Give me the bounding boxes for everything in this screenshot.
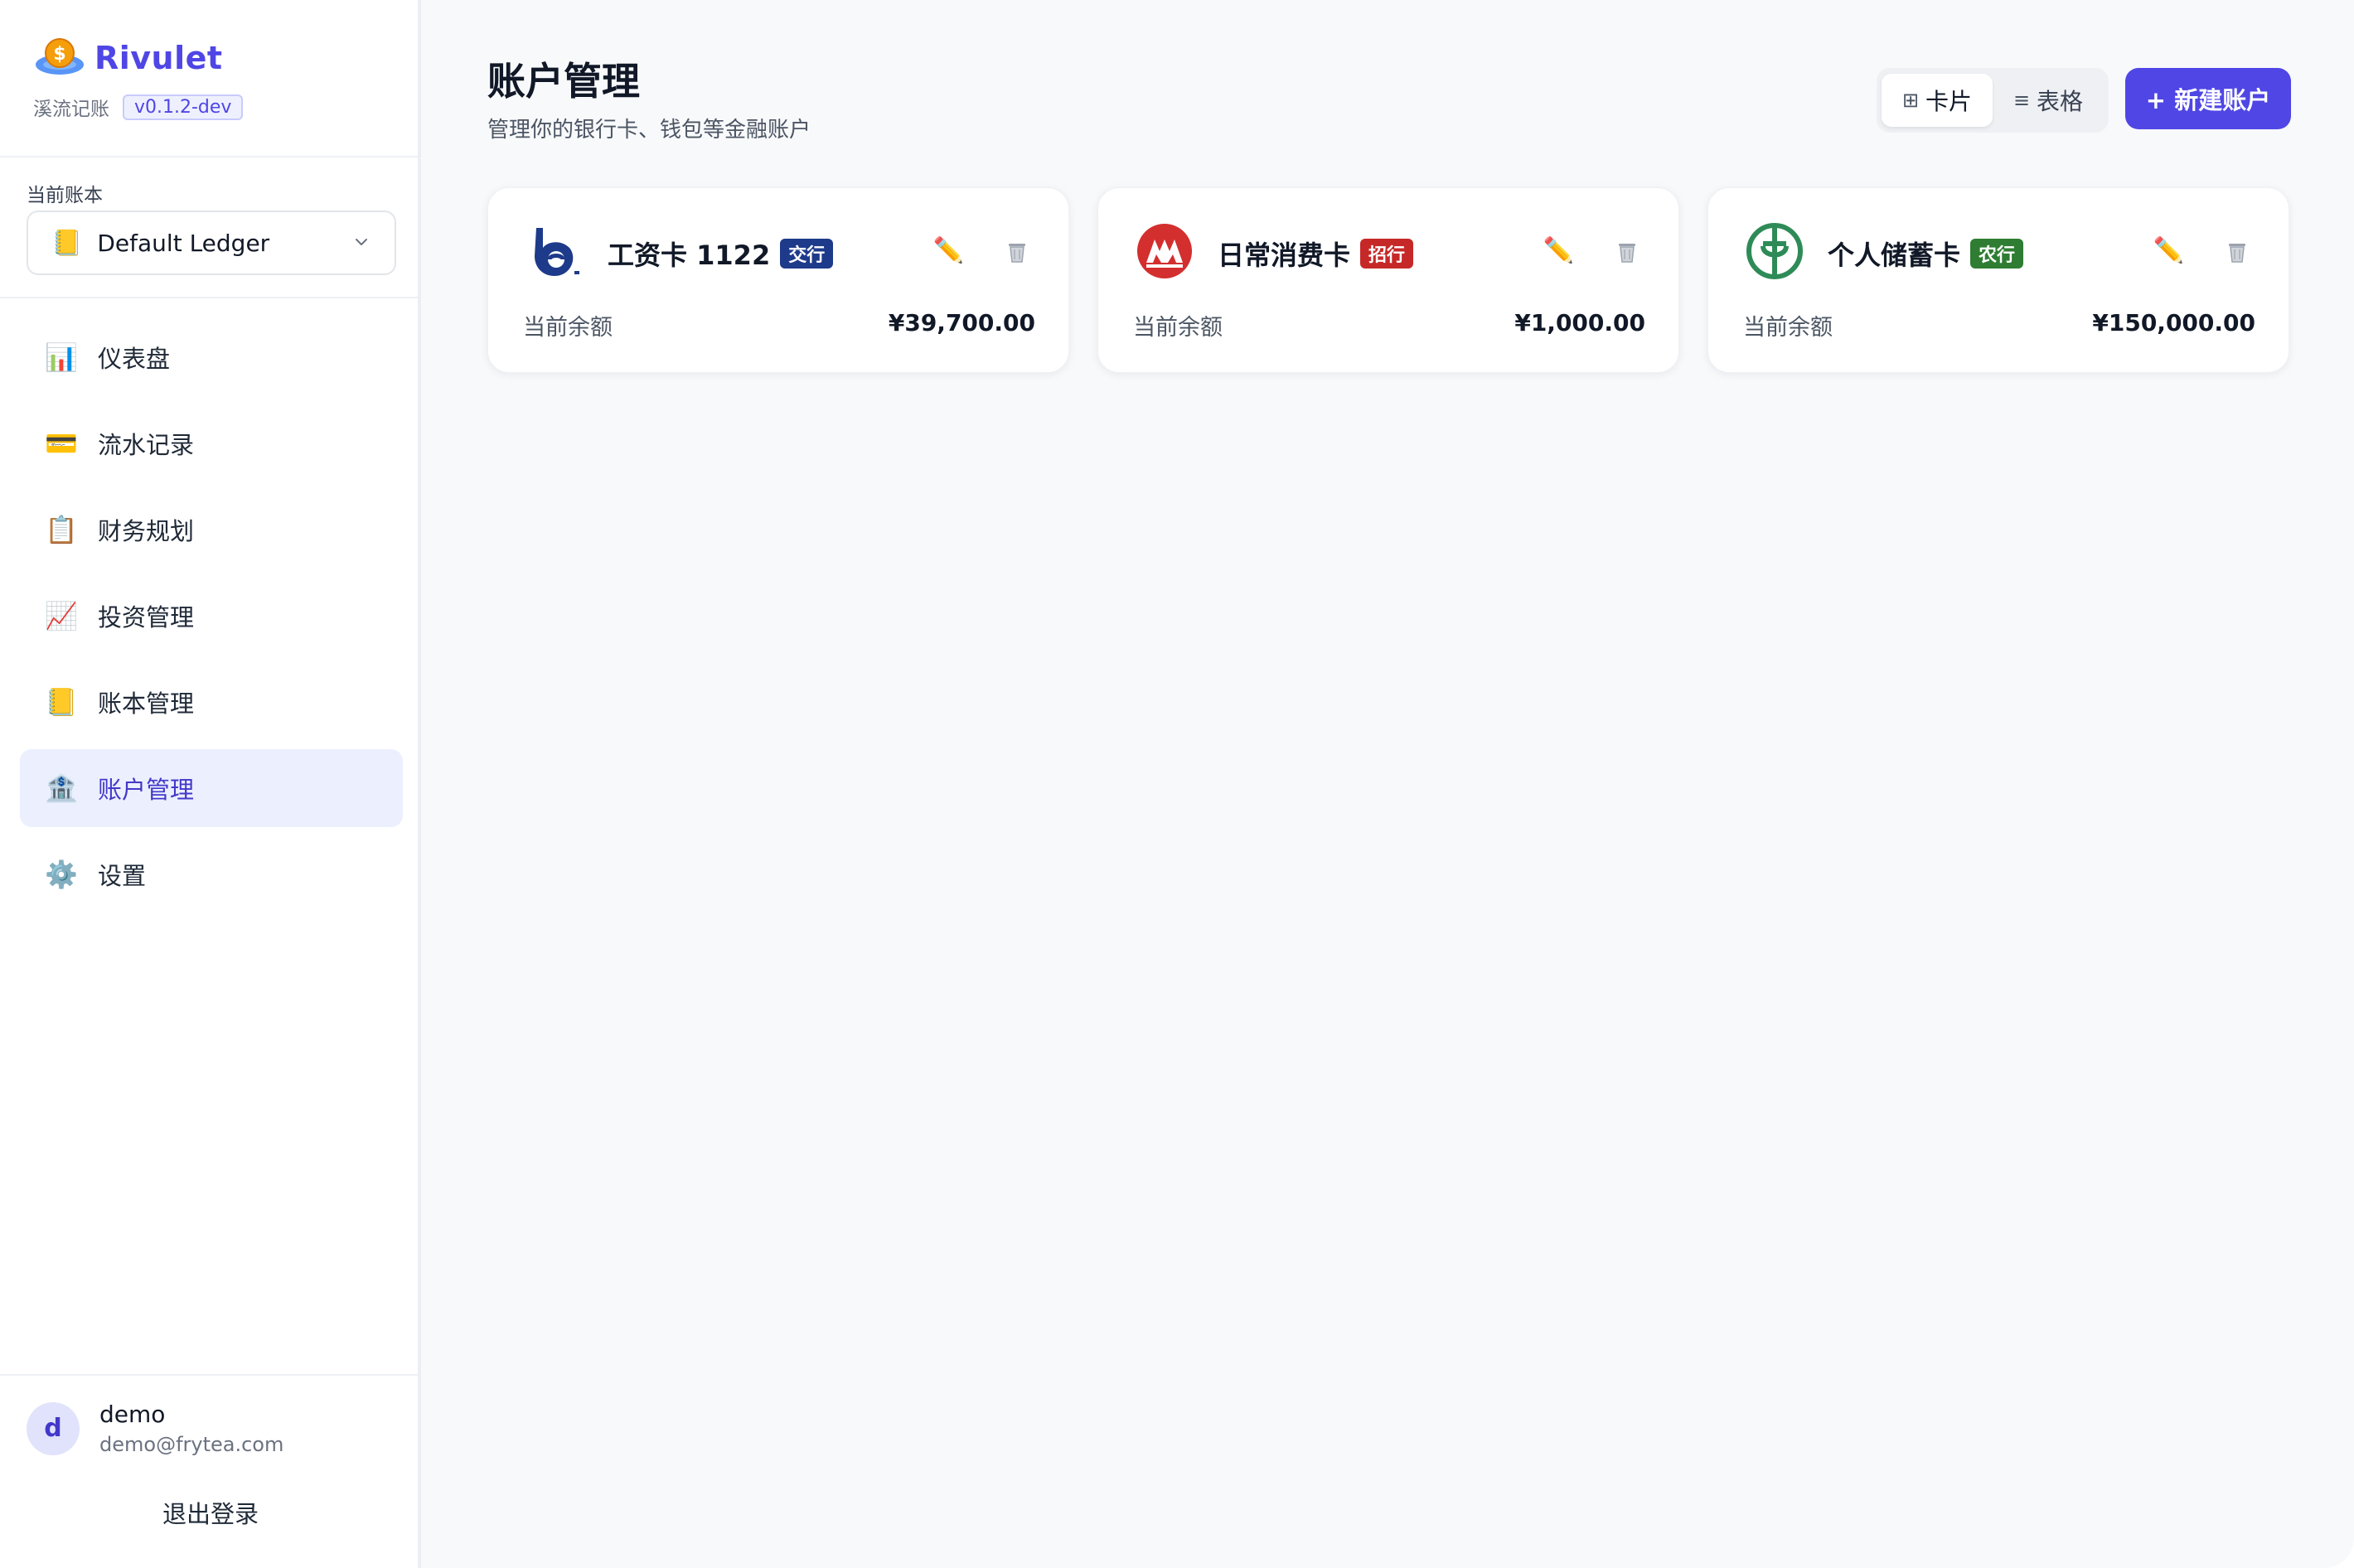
balance-value: ¥1,000.00	[1514, 309, 1645, 336]
sidebar-item-label: 仪表盘	[98, 345, 171, 373]
account-cards: 工资卡 1122 交行 ✏️ 当前余额 ¥39,700.00 日常消费卡 招行 …	[487, 187, 2289, 373]
brand-name: Rivulet	[94, 40, 223, 76]
trash-icon[interactable]	[1612, 236, 1642, 266]
account-card[interactable]: 日常消费卡 招行 ✏️ 当前余额 ¥1,000.00	[1097, 187, 1679, 373]
page-subtitle: 管理你的银行卡、钱包等金融账户	[487, 118, 811, 143]
sidebar-item-dashboard[interactable]: 📊 仪表盘	[20, 318, 403, 396]
edit-icon[interactable]: ✏️	[1543, 236, 1574, 265]
sidebar-item-label: 账户管理	[98, 776, 195, 804]
avatar: d	[27, 1401, 80, 1455]
trend-up-icon: 📈	[45, 600, 78, 632]
divider	[0, 156, 418, 157]
account-name: 个人储蓄卡	[1828, 240, 1961, 271]
edit-icon[interactable]: ✏️	[2153, 236, 2184, 265]
bank-icon: 🏦	[45, 772, 78, 804]
user-name: demo	[99, 1401, 166, 1428]
page-title: 账户管理	[487, 59, 640, 104]
balance-label: 当前余额	[1743, 315, 1833, 341]
brand: $ Rivulet 溪流记账 v0.1.2-dev	[33, 33, 244, 121]
divider	[0, 1374, 418, 1376]
gear-icon: ⚙️	[45, 859, 78, 890]
bank-badge: 农行	[1970, 239, 2024, 269]
view-table-button[interactable]: ≡ 表格	[1993, 74, 2104, 127]
sidebar-nav: 📊 仪表盘 💳 流水记录 📋 财务规划 📈 投资管理 📒 账本管理 🏦 账户管理…	[20, 318, 403, 922]
coin-globe-icon: $	[33, 33, 86, 83]
ledger-select[interactable]: 📒 Default Ledger	[27, 211, 396, 275]
view-card-label: 卡片	[1925, 88, 1973, 115]
view-toggle: ⊞ 卡片 ≡ 表格	[1877, 68, 2109, 133]
sidebar-item-accounts[interactable]: 🏦 账户管理	[20, 749, 403, 827]
list-icon: ≡	[2013, 89, 2031, 112]
account-card[interactable]: 工资卡 1122 交行 ✏️ 当前余额 ¥39,700.00	[487, 187, 1069, 373]
account-card[interactable]: 个人储蓄卡 农行 ✏️ 当前余额 ¥150,000.00	[1707, 187, 2289, 373]
ledger-selected-value: Default Ledger	[97, 229, 270, 257]
balance-value: ¥150,000.00	[2092, 309, 2255, 336]
account-name: 日常消费卡	[1218, 240, 1351, 271]
sidebar: $ Rivulet 溪流记账 v0.1.2-dev 当前账本 📒 Default…	[0, 0, 421, 1568]
sidebar-item-label: 账本管理	[98, 690, 195, 718]
logout-button[interactable]: 退出登录	[0, 1495, 421, 1530]
clipboard-icon: 📋	[45, 514, 78, 545]
ledger-icon: 📒	[51, 228, 83, 258]
app-window: $ Rivulet 溪流记账 v0.1.2-dev 当前账本 📒 Default…	[0, 0, 2354, 1568]
grid-icon: ⊞	[1901, 89, 1920, 112]
new-account-button[interactable]: + 新建账户	[2125, 68, 2291, 129]
trash-icon[interactable]	[1002, 236, 1032, 266]
sidebar-item-planning[interactable]: 📋 财务规划	[20, 491, 403, 569]
balance-label: 当前余额	[523, 315, 613, 341]
bar-chart-icon: 📊	[45, 341, 78, 373]
sidebar-item-label: 投资管理	[98, 603, 195, 632]
cmb-logo-icon	[1135, 221, 1194, 281]
user-profile: d demo demo@frytea.com	[27, 1401, 283, 1456]
sidebar-item-ledgers[interactable]: 📒 账本管理	[20, 663, 403, 741]
brand-subtitle: 溪流记账	[33, 99, 109, 120]
abc-logo-icon	[1745, 221, 1804, 281]
view-card-button[interactable]: ⊞ 卡片	[1882, 74, 1993, 127]
sidebar-item-settings[interactable]: ⚙️ 设置	[20, 835, 403, 913]
balance-label: 当前余额	[1133, 315, 1223, 341]
divider	[0, 297, 418, 298]
svg-text:$: $	[53, 44, 65, 65]
sidebar-item-investments[interactable]: 📈 投资管理	[20, 577, 403, 655]
main-content: 账户管理 管理你的银行卡、钱包等金融账户 ⊞ 卡片 ≡ 表格 + 新建账户 工资…	[421, 0, 2354, 1568]
bank-badge: 招行	[1360, 239, 1414, 269]
sidebar-item-label: 流水记录	[98, 431, 195, 459]
ledger-icon: 📒	[45, 686, 78, 718]
trash-icon[interactable]	[2222, 236, 2252, 266]
account-name: 工资卡 1122	[608, 240, 771, 271]
bank-badge: 交行	[780, 239, 834, 269]
credit-card-icon: 💳	[45, 428, 78, 459]
bocom-logo-icon	[525, 221, 584, 281]
balance-value: ¥39,700.00	[888, 309, 1035, 336]
user-email: demo@frytea.com	[99, 1433, 284, 1456]
sidebar-item-transactions[interactable]: 💳 流水记录	[20, 404, 403, 482]
sidebar-item-label: 财务规划	[98, 517, 195, 545]
chevron-down-icon	[356, 239, 367, 245]
edit-icon[interactable]: ✏️	[933, 236, 964, 265]
view-table-label: 表格	[2037, 88, 2084, 115]
ledger-label: 当前账本	[27, 185, 103, 206]
sidebar-item-label: 设置	[98, 862, 147, 890]
version-badge: v0.1.2-dev	[123, 94, 244, 120]
